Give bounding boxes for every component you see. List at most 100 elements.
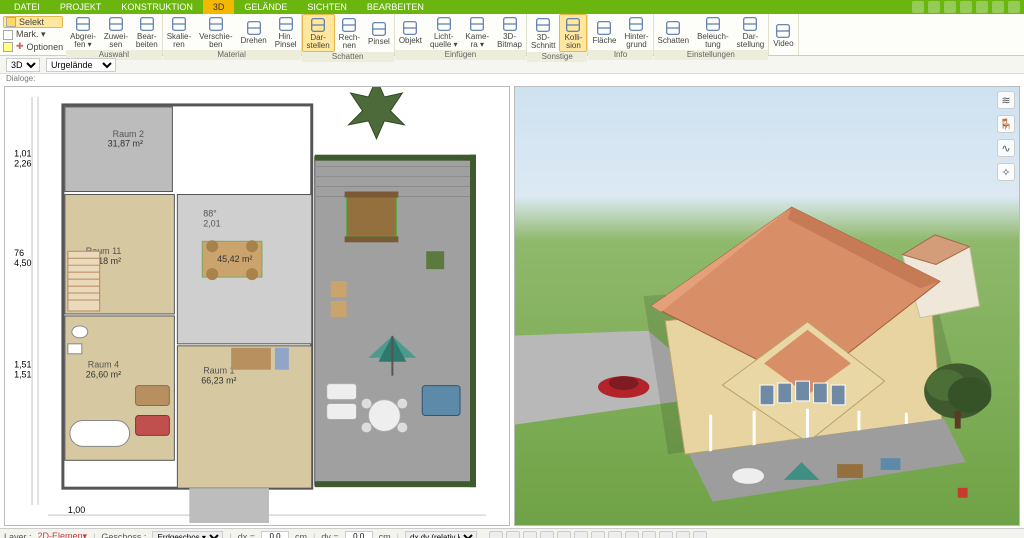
svg-text:2,26: 2,26: [14, 159, 31, 169]
user-icon[interactable]: [928, 1, 940, 13]
options-toggle[interactable]: ✚Optionen: [3, 41, 63, 52]
relative-select[interactable]: dx,dy (relativ ke: [405, 531, 477, 538]
ribbon-flaeche[interactable]: Fläche: [588, 14, 620, 50]
ribbon-group-label: Sonstige: [527, 52, 587, 62]
ribbon-lichtquelle[interactable]: Licht- quelle ▾: [426, 14, 462, 50]
bottom-tool-icons: [489, 531, 707, 538]
svg-text:Raum 1: Raum 1: [203, 366, 234, 376]
tab-3d[interactable]: 3D: [203, 0, 235, 14]
ribbon-rechnen[interactable]: Rech- nen: [335, 14, 364, 52]
view-3d[interactable]: ≋ 🪑 ∿ ✧: [514, 86, 1020, 526]
svg-text:2,01: 2,01: [203, 218, 220, 228]
dy-label: dy =: [321, 532, 338, 538]
tool-icon-7[interactable]: [591, 531, 605, 538]
tab-bearbeiten[interactable]: BEARBEITEN: [357, 0, 434, 14]
view-3d-controls: ≋ 🪑 ∿ ✧: [997, 91, 1015, 181]
svg-text:1,01: 1,01: [14, 149, 31, 159]
tool-icon-13[interactable]: [693, 531, 707, 538]
ribbon-3dschnitt[interactable]: 3D- Schnitt: [527, 14, 559, 52]
svg-text:76: 76: [14, 248, 24, 258]
ribbon: Selekt Mark. ▾ ✚Optionen Abgrei- fen ▾Zu…: [0, 14, 1024, 56]
ribbon-kollision[interactable]: Kolli- sion: [559, 14, 587, 52]
tab-gelaende[interactable]: GELÄNDE: [234, 0, 297, 14]
minimize-icon[interactable]: [976, 1, 988, 13]
tool-icon-8[interactable]: [608, 531, 622, 538]
svg-text:45,42 m²: 45,42 m²: [217, 254, 252, 264]
main-split: Raum 2 31,87 m² Raum 11 36,18 m² Raum 4 …: [0, 84, 1024, 528]
info-icon[interactable]: [960, 1, 972, 13]
svg-text:31,87 m²: 31,87 m²: [108, 139, 143, 149]
ribbon-group-label: Schatten: [302, 52, 394, 62]
main-menubar: DATEI PROJEKT KONSTRUKTION 3D GELÄNDE SI…: [0, 0, 1024, 14]
ribbon-group-label: Material: [163, 50, 301, 60]
dx-input[interactable]: [261, 531, 289, 538]
ribbon-skalieren[interactable]: Skalie- ren: [163, 14, 195, 50]
tool-icon-11[interactable]: [659, 531, 673, 538]
ribbon-zuweisen[interactable]: Zuwei- sen: [100, 14, 132, 50]
mark-toggle[interactable]: Mark. ▾: [3, 29, 63, 40]
tool-icon-5[interactable]: [557, 531, 571, 538]
furniture-icon[interactable]: 🪑: [997, 115, 1015, 133]
tool-icon-4[interactable]: [540, 531, 554, 538]
ribbon-darstellung[interactable]: Dar- stellung: [733, 14, 769, 50]
tool-icon-3[interactable]: [523, 531, 537, 538]
ribbon-bearbeiten[interactable]: Bear- beiten: [132, 14, 162, 50]
close-icon[interactable]: [1008, 1, 1020, 13]
layers-icon[interactable]: ≋: [997, 91, 1015, 109]
window-controls: [912, 1, 1020, 13]
tool-icon-6[interactable]: [574, 531, 588, 538]
dy-input[interactable]: [345, 531, 373, 538]
tool-icon-9[interactable]: [625, 531, 639, 538]
layer-label: Layer :: [4, 532, 32, 538]
svg-text:66,23 m²: 66,23 m²: [201, 376, 236, 386]
tool-icon-12[interactable]: [676, 531, 690, 538]
svg-text:Raum 2: Raum 2: [113, 129, 144, 139]
ribbon-verschieben[interactable]: Verschie- ben: [195, 14, 236, 50]
view-mode-select[interactable]: 3D: [6, 58, 40, 72]
maximize-icon[interactable]: [992, 1, 1004, 13]
geschoss-label: Geschoss :: [101, 532, 146, 538]
svg-text:4,50: 4,50: [14, 258, 31, 268]
geschoss-select[interactable]: Erdgeschos.▾: [152, 531, 223, 538]
ribbon-group-label: Einfügen: [395, 50, 526, 60]
bottom-bar: Layer : 2D-Elemen▾ | Geschoss : Erdgesch…: [0, 528, 1024, 538]
tool-icon-2[interactable]: [506, 531, 520, 538]
select-options: Selekt Mark. ▾ ✚Optionen: [0, 14, 66, 55]
svg-text:1,51: 1,51: [14, 370, 31, 380]
tree-icon[interactable]: ✧: [997, 163, 1015, 181]
svg-text:88°: 88°: [203, 208, 217, 218]
tab-sichten[interactable]: SICHTEN: [297, 0, 357, 14]
ribbon-abgreifen[interactable]: Abgrei- fen ▾: [66, 14, 100, 50]
ribbon-hintergrund[interactable]: Hinter- grund: [620, 14, 652, 50]
ribbon-schatten-einst[interactable]: Schatten: [654, 14, 694, 50]
tab-projekt[interactable]: PROJEKT: [50, 0, 112, 14]
ribbon-objekt[interactable]: Objekt: [395, 14, 426, 50]
ribbon-group-label: Einstellungen: [654, 50, 769, 60]
svg-text:1,51: 1,51: [14, 360, 31, 370]
ribbon-video[interactable]: Video: [769, 14, 797, 55]
tab-konstruktion[interactable]: KONSTRUKTION: [111, 0, 203, 14]
svg-text:1,00: 1,00: [68, 505, 85, 515]
ribbon-group-label: Info: [588, 50, 652, 60]
ribbon-3dbitmap[interactable]: 3D- Bitmap: [493, 14, 526, 50]
ribbon-darstellen[interactable]: Dar- stellen: [302, 14, 335, 52]
layer-link[interactable]: 2D-Elemen▾: [38, 531, 88, 538]
svg-text:Raum 4: Raum 4: [88, 360, 119, 370]
camera-icon[interactable]: ∿: [997, 139, 1015, 157]
ribbon-beleuchtung[interactable]: Beleuch- tung: [693, 14, 733, 50]
ribbon-drehen[interactable]: Drehen: [237, 14, 271, 50]
ribbon-pinsel[interactable]: Pinsel: [364, 14, 394, 52]
dialog-label: Dialoge:: [0, 74, 1024, 84]
select-toggle[interactable]: Selekt: [3, 16, 63, 28]
floorplan-2d-view[interactable]: Raum 2 31,87 m² Raum 11 36,18 m² Raum 4 …: [4, 86, 510, 526]
tool-icon-10[interactable]: [642, 531, 656, 538]
layer-select[interactable]: Urgelände: [46, 58, 116, 72]
ribbon-hinpinsel[interactable]: Hin. Pinsel: [271, 14, 301, 50]
help-icon[interactable]: [912, 1, 924, 13]
dx-label: dx =: [238, 532, 255, 538]
ribbon-kamera[interactable]: Kame- ra ▾: [462, 14, 494, 50]
tool-icon-1[interactable]: [489, 531, 503, 538]
tab-datei[interactable]: DATEI: [4, 0, 50, 14]
svg-text:26,60 m²: 26,60 m²: [86, 370, 121, 380]
gear-icon[interactable]: [944, 1, 956, 13]
